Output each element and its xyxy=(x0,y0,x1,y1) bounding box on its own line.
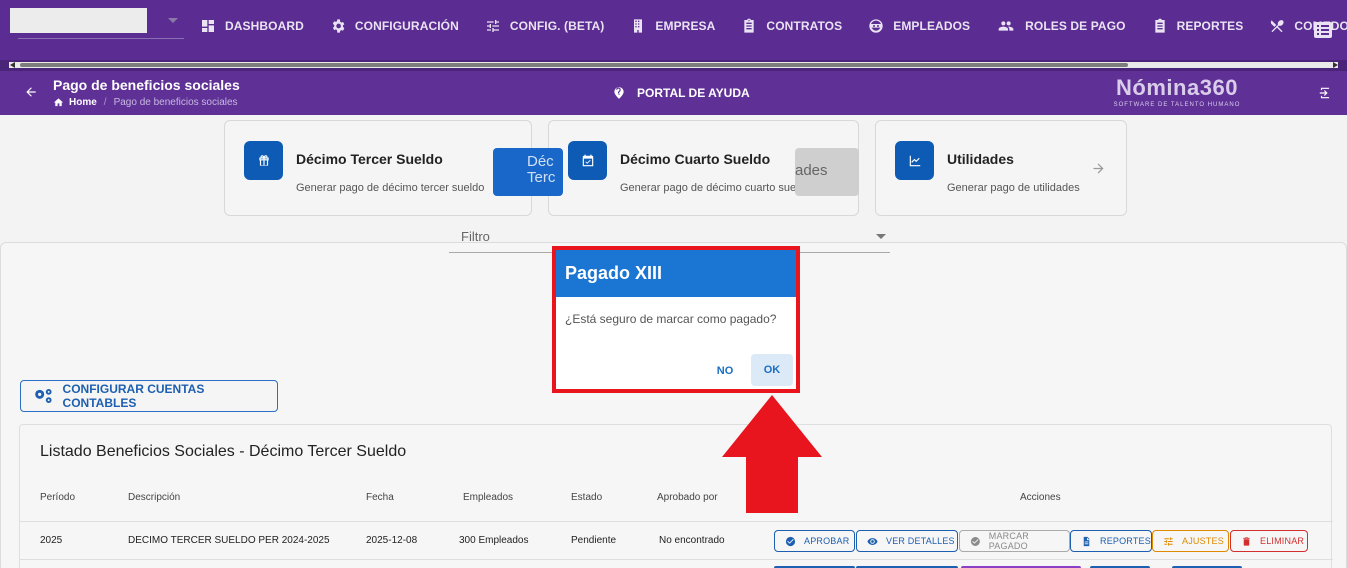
cell-descripcion: DECIMO TERCER SUELDO PER 2024-2025 xyxy=(128,535,330,546)
sliders-icon xyxy=(486,20,499,32)
cell-estado: Pendiente xyxy=(571,535,617,546)
card-subtitle: Generar pago de décimo cuarto sueldo xyxy=(620,182,811,194)
people-icon xyxy=(998,21,1014,31)
logout-icon[interactable] xyxy=(1318,86,1332,100)
help-portal-link[interactable]: PORTAL DE AYUDA xyxy=(612,86,750,100)
tab-utilidades[interactable]: ades xyxy=(795,148,859,196)
back-arrow-icon[interactable] xyxy=(24,85,38,99)
nav-contratos[interactable]: CONTRATOS xyxy=(741,18,842,34)
column-header: Estado xyxy=(571,492,603,503)
top-navigation-bar: DASHBOARD CONFIGURACIÓN CONFIG. (BETA) E… xyxy=(0,0,1347,60)
list-icon[interactable] xyxy=(1314,22,1332,38)
scrollbar-thumb[interactable] xyxy=(20,63,1128,67)
cell-aprobado-por: No encontrado xyxy=(659,535,725,546)
column-header: Período xyxy=(40,492,76,503)
trash-icon xyxy=(1243,536,1250,546)
adjustments-button[interactable]: AJUSTES xyxy=(1152,530,1229,552)
benefits-list: Listado Beneficios Sociales - Décimo Ter… xyxy=(19,424,1333,568)
calendar-check-icon xyxy=(582,154,593,166)
configure-accounts-button[interactable]: CONFIGURAR CUENTAS CONTABLES xyxy=(20,380,278,412)
nav-comedor[interactable]: COMEDOR xyxy=(1269,18,1347,34)
card-decimo-tercer[interactable]: Décimo Tercer Sueldo Generar pago de déc… xyxy=(224,120,532,216)
nav-config-beta[interactable]: CONFIG. (BETA) xyxy=(485,18,605,34)
card-title: Utilidades xyxy=(947,151,1014,167)
column-header: Empleados xyxy=(463,492,514,503)
breadcrumb-home[interactable]: Home xyxy=(69,97,97,108)
clipboard-icon xyxy=(744,18,755,33)
list-title: Listado Beneficios Sociales - Décimo Ter… xyxy=(40,443,407,460)
delete-button[interactable]: ELIMINAR xyxy=(1230,530,1308,552)
gear-icon xyxy=(332,19,345,33)
annotation-arrow-icon xyxy=(722,395,822,513)
column-header: Acciones xyxy=(1020,492,1061,503)
filter-label: Filtro xyxy=(461,229,490,244)
dialog-no-button[interactable]: NO xyxy=(708,358,742,384)
building-icon xyxy=(634,19,643,33)
column-header: Descripción xyxy=(128,492,181,503)
home-icon xyxy=(53,98,64,107)
nav-empresa[interactable]: EMPRESA xyxy=(630,18,715,34)
nav-empleados[interactable]: EMPLEADOS xyxy=(868,18,970,34)
page-header: Pago de beneficios sociales Home / Pago … xyxy=(0,71,1347,115)
sliders-icon xyxy=(1164,536,1173,546)
column-header: Aprobado por xyxy=(657,492,718,503)
card-title: Décimo Tercer Sueldo xyxy=(296,151,443,167)
scroll-left-icon[interactable] xyxy=(10,62,15,68)
breadcrumb: Home / Pago de beneficios sociales xyxy=(53,97,238,108)
dialog-title: Pagado XIII xyxy=(565,263,663,283)
mark-paid-button[interactable]: MARCAR PAGADO xyxy=(959,530,1070,552)
card-title: Décimo Cuarto Sueldo xyxy=(620,151,771,167)
page-title: Pago de beneficios sociales xyxy=(53,77,240,93)
tab-decimo-tercer[interactable]: Déc Terc xyxy=(493,148,563,196)
face-icon xyxy=(869,19,883,33)
confirm-dialog: Pagado XIII ¿Está seguro de marcar como … xyxy=(552,246,800,393)
chevron-down-icon xyxy=(168,18,178,23)
dashboard-icon xyxy=(202,20,214,32)
utensils-icon xyxy=(1271,20,1284,33)
breadcrumb-current: Pago de beneficios sociales xyxy=(113,97,238,108)
gears-icon xyxy=(35,389,52,403)
report-icon xyxy=(1154,18,1165,33)
card-utilidades[interactable]: Utilidades Generar pago de utilidades xyxy=(875,120,1127,216)
view-details-button[interactable]: VER DETALLES xyxy=(856,530,958,552)
reports-button[interactable]: REPORTES xyxy=(1070,530,1152,552)
nav-reportes[interactable]: REPORTES xyxy=(1152,18,1244,34)
column-header: Fecha xyxy=(366,492,394,503)
trending-icon xyxy=(909,155,920,166)
arrow-right-icon xyxy=(1093,163,1104,174)
nav-configuracion[interactable]: CONFIGURACIÓN xyxy=(330,18,459,34)
check-circle-icon xyxy=(785,536,796,546)
chevron-down-icon xyxy=(876,234,886,239)
company-select[interactable] xyxy=(10,8,184,40)
nav-roles-de-pago[interactable]: ROLES DE PAGO xyxy=(996,18,1125,34)
document-icon xyxy=(1083,536,1090,546)
scroll-right-icon[interactable] xyxy=(1333,62,1338,68)
cell-empleados: 300 Empleados xyxy=(459,535,529,546)
dialog-message: ¿Está seguro de marcar como pagado? xyxy=(565,312,777,326)
card-subtitle: Generar pago de utilidades xyxy=(947,182,1080,194)
dialog-header: Pagado XIII xyxy=(556,250,796,297)
cell-periodo: 2025 xyxy=(40,535,63,546)
gift-icon xyxy=(258,154,269,166)
eye-icon xyxy=(867,537,878,545)
brand-logo: Nómina360 SOFTWARE DE TALENTO HUMANO xyxy=(1113,75,1241,108)
card-subtitle: Generar pago de décimo tercer sueldo xyxy=(296,182,485,194)
cell-fecha: 2025-12-08 xyxy=(366,535,418,546)
company-select-value xyxy=(10,8,147,33)
nav-dashboard[interactable]: DASHBOARD xyxy=(200,18,304,34)
help-icon xyxy=(614,87,624,99)
approve-button[interactable]: APROBAR xyxy=(774,530,855,552)
check-circle-icon xyxy=(970,536,980,546)
dialog-ok-button[interactable]: OK xyxy=(751,354,793,386)
